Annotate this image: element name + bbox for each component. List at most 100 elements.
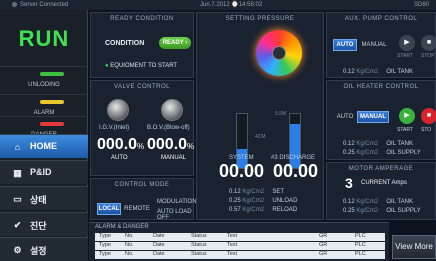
- home-icon: ⌂: [14, 142, 21, 152]
- row-unit: Kg/Cm2: [356, 208, 379, 214]
- panel-title: CONTROL MODE: [114, 182, 170, 188]
- igv-number: 000.0: [97, 136, 138, 153]
- nav-diagnosis[interactable]: ✔ 진단: [0, 212, 88, 236]
- row-label: SET: [272, 189, 285, 195]
- aux-row: 0.12 Kg/Cm2 OIL TANK: [343, 69, 413, 75]
- cell-text: Text: [227, 251, 238, 257]
- row-label: OIL SUPPLY: [386, 208, 421, 214]
- control-mode-panel: CONTROL MODE LOCAL REMOTE MODULATION AUT…: [90, 178, 197, 221]
- auto-load-off-label: AUTO LOAD OFF: [157, 209, 192, 221]
- monitor-icon: ▭: [13, 194, 22, 204]
- cell-text: Text: [227, 233, 238, 239]
- aux-pump-panel: AUX. PUMP CONTROL AUTO MANUAL ▶ ■ START …: [326, 12, 436, 78]
- row-unit: Kg/Cm2: [356, 69, 379, 75]
- aux-stop-label: STOP: [421, 53, 435, 59]
- equipment-status-text: EQUIOMENT TO START: [110, 63, 178, 69]
- heater-manual-button[interactable]: MANUAL: [357, 111, 389, 123]
- valve-control-panel: VALVE CONTROL I.G.V.(Inlet) B.O.V.(Blow-…: [90, 80, 194, 176]
- table-row[interactable]: Type No. Date Status Text GR PLC: [95, 242, 385, 250]
- row-value: 0.12: [343, 69, 355, 75]
- ready-condition-panel: READY CONDITION CONDITION READY › ● EQUI…: [90, 12, 194, 78]
- row-value: 0.25: [343, 150, 355, 156]
- local-button[interactable]: LOCAL: [97, 203, 121, 215]
- current-amps-value: 3: [345, 175, 353, 191]
- sidebar: RUN UNLODING ALARM DANGER ⌂ HOME ▦ P&ID …: [0, 10, 88, 261]
- cell-date: Date: [153, 251, 165, 257]
- row-unit: Kg/Cm2: [356, 150, 379, 156]
- bov-unit: %: [187, 142, 195, 151]
- status-dot-icon: ●: [105, 63, 109, 69]
- cell-plc: PLC: [355, 242, 366, 248]
- heater-start-button[interactable]: ▶: [399, 108, 415, 124]
- remote-button[interactable]: REMOTE: [123, 203, 151, 215]
- row-label: RELOAD: [272, 207, 298, 213]
- cell-status: Status: [191, 233, 207, 239]
- panel-title: READY CONDITION: [110, 16, 174, 22]
- aux-start-button[interactable]: ▶: [399, 35, 415, 51]
- condition-label: CONDITION: [105, 40, 145, 47]
- nav-label: 설정: [30, 246, 47, 256]
- igv-knob-icon[interactable]: [107, 99, 129, 121]
- row-unit: Kg/Cm2: [356, 141, 379, 147]
- nav-label: 진단: [30, 221, 47, 231]
- nav-label: 상태: [30, 195, 47, 205]
- table-row[interactable]: Type No. Date Status Text GR PLC: [95, 233, 385, 241]
- current-amps-label: CURRENT Amps: [361, 180, 407, 186]
- heater-stop-button[interactable]: ■: [421, 108, 436, 124]
- fan-hub: [272, 46, 286, 60]
- nav-settings[interactable]: ⚙ 설정: [0, 237, 88, 261]
- indicator-unloading: UNLODING: [0, 66, 88, 94]
- connection-label: Server Connected: [20, 2, 69, 8]
- row-unit: Kg/Cm2: [242, 189, 265, 195]
- cell-date: Date: [153, 242, 165, 248]
- row-unit: Kg/Cm2: [356, 199, 379, 205]
- heater-auto-button[interactable]: AUTO: [333, 111, 357, 123]
- system-pressure-value: 00.00: [219, 161, 265, 181]
- bov-value: 000.0%: [147, 136, 194, 154]
- heater-start-label: START: [397, 127, 413, 133]
- row-value: 0.12: [229, 189, 241, 195]
- row-value: 0.57: [229, 207, 241, 213]
- motor-row-oil-supply: 0.25 Kg/Cm2 OIL SUPPLY: [343, 208, 421, 214]
- row-label: OIL TANK: [386, 199, 413, 205]
- cell-no: No.: [125, 251, 134, 257]
- cell-date: Date: [153, 233, 165, 239]
- panel-title: AUX. PUMP CONTROL: [344, 16, 418, 22]
- cell-plc: PLC: [355, 251, 366, 257]
- aux-manual-button[interactable]: MANUAL: [359, 39, 389, 51]
- indicator-label: UNLODING: [28, 82, 60, 88]
- row-unit: Kg/Cm2: [242, 207, 265, 213]
- nav-label: HOME: [30, 141, 57, 151]
- row-value: 0.12: [343, 141, 355, 147]
- motor-amperage-panel: MOTOR AMPERAGE 3 CURRENT Amps 0.12 Kg/Cm…: [326, 162, 436, 220]
- ready-button[interactable]: READY ›: [159, 37, 191, 49]
- bov-knob-icon[interactable]: [161, 99, 183, 121]
- row-label: OIL TANK: [386, 69, 413, 75]
- datetime: Jun.7.2012 ⌚14:58:02: [200, 2, 263, 8]
- oil-heater-panel: OIL HEATER CONTROL AUTO MANUAL ▶ ■ START…: [326, 80, 436, 160]
- aux-auto-button[interactable]: AUTO: [333, 39, 357, 51]
- row-label: OIL TANK: [386, 141, 413, 147]
- check-icon: ✔: [13, 220, 22, 230]
- view-more-button[interactable]: View More: [392, 235, 436, 259]
- table-row[interactable]: Type No. Date Status Text GR PLC: [95, 251, 385, 259]
- nav-home[interactable]: ⌂ HOME: [0, 134, 88, 158]
- gauge-mid-label: 4CM: [255, 134, 266, 140]
- row-label: UNLOAD: [272, 198, 298, 204]
- nav-status[interactable]: ▭ 상태: [0, 186, 88, 210]
- gauge-top-label: 5.5M: [275, 111, 287, 117]
- nav-label: P&ID: [30, 167, 52, 177]
- modulation-label: MODULATION: [157, 199, 197, 205]
- igv-label: I.G.V.(Inlet): [99, 125, 130, 131]
- row-value: 0.12: [343, 199, 355, 205]
- cell-status: Status: [191, 242, 207, 248]
- aux-stop-button[interactable]: ■: [421, 35, 436, 51]
- nav-pid[interactable]: ▦ P&ID: [0, 160, 88, 184]
- row-label: OIL SUPPLY: [386, 150, 421, 156]
- bov-mode: MANUAL: [161, 155, 187, 161]
- pressure-row-unload: 0.25 Kg/Cm2 UNLOAD: [229, 198, 297, 204]
- cell-no: No.: [125, 233, 134, 239]
- connection-dot-icon: [12, 1, 17, 7]
- setting-pressure-panel: SETTING PRESSURE 4CM 5.5M SYSTEM #3 DISC…: [196, 12, 324, 220]
- cell-type: Type: [99, 233, 111, 239]
